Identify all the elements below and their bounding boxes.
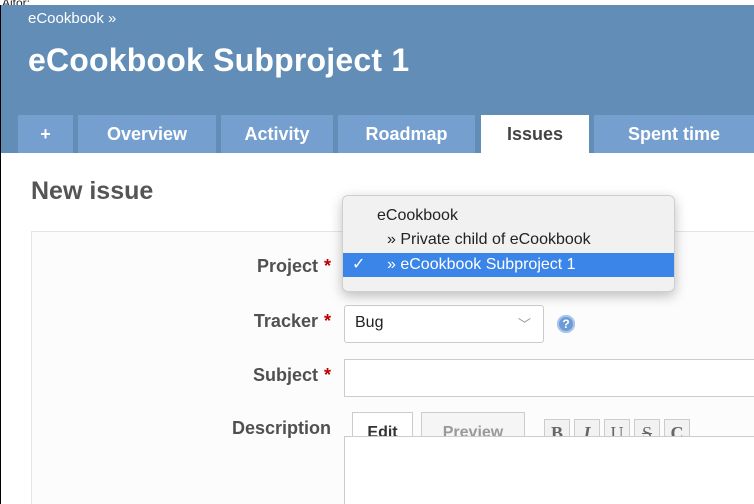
- required-marker: *: [323, 365, 331, 385]
- project-label-text: Project: [256, 256, 318, 276]
- description-label: Description: [231, 418, 331, 438]
- subject-label: Subject *: [151, 365, 331, 386]
- project-header: eCookbook » eCookbook Subproject 1 + Ove…: [1, 5, 754, 153]
- tracker-select[interactable]: Bug ﹀: [344, 305, 544, 343]
- required-marker: *: [323, 256, 331, 276]
- tab-roadmap[interactable]: Roadmap: [338, 115, 475, 153]
- tab-spent-time[interactable]: Spent time: [594, 115, 754, 153]
- tracker-label: Tracker *: [151, 311, 331, 332]
- chevron-down-icon: ﹀: [517, 317, 531, 332]
- checkmark-icon: ✓: [352, 256, 366, 273]
- tracker-label-text: Tracker: [253, 311, 318, 331]
- project-option-label: » Private child of eCookbook: [387, 231, 591, 248]
- project-option-label: » eCookbook Subproject 1: [387, 256, 576, 273]
- project-label: Project *: [151, 256, 331, 277]
- required-marker: *: [323, 311, 331, 331]
- project-option-selected[interactable]: ✓ » eCookbook Subproject 1: [343, 253, 674, 277]
- subject-input[interactable]: [344, 359, 754, 397]
- browser-viewport: eCookbook » eCookbook Subproject 1 + Ove…: [0, 5, 754, 504]
- tab-new-object[interactable]: +: [18, 115, 73, 153]
- root-project-link[interactable]: eCookbook »: [28, 10, 116, 27]
- project-option-label: eCookbook: [377, 207, 458, 224]
- project-option[interactable]: eCookbook: [343, 204, 674, 228]
- project-option[interactable]: » Private child of eCookbook: [343, 228, 674, 252]
- tracker-select-value: Bug: [355, 314, 384, 331]
- description-textarea[interactable]: [344, 436, 754, 504]
- help-icon[interactable]: ?: [557, 315, 575, 333]
- main-menu-tabs: + Overview Activity Roadmap Issues Spent…: [1, 115, 754, 153]
- tab-activity[interactable]: Activity: [221, 115, 333, 153]
- tab-overview[interactable]: Overview: [78, 115, 216, 153]
- tab-issues[interactable]: Issues: [481, 115, 589, 153]
- project-title: eCookbook Subproject 1: [28, 42, 410, 78]
- project-select-dropdown[interactable]: eCookbook » Private child of eCookbook ✓…: [342, 195, 675, 292]
- page-title: New issue: [31, 177, 154, 205]
- subject-label-text: Subject: [252, 365, 318, 385]
